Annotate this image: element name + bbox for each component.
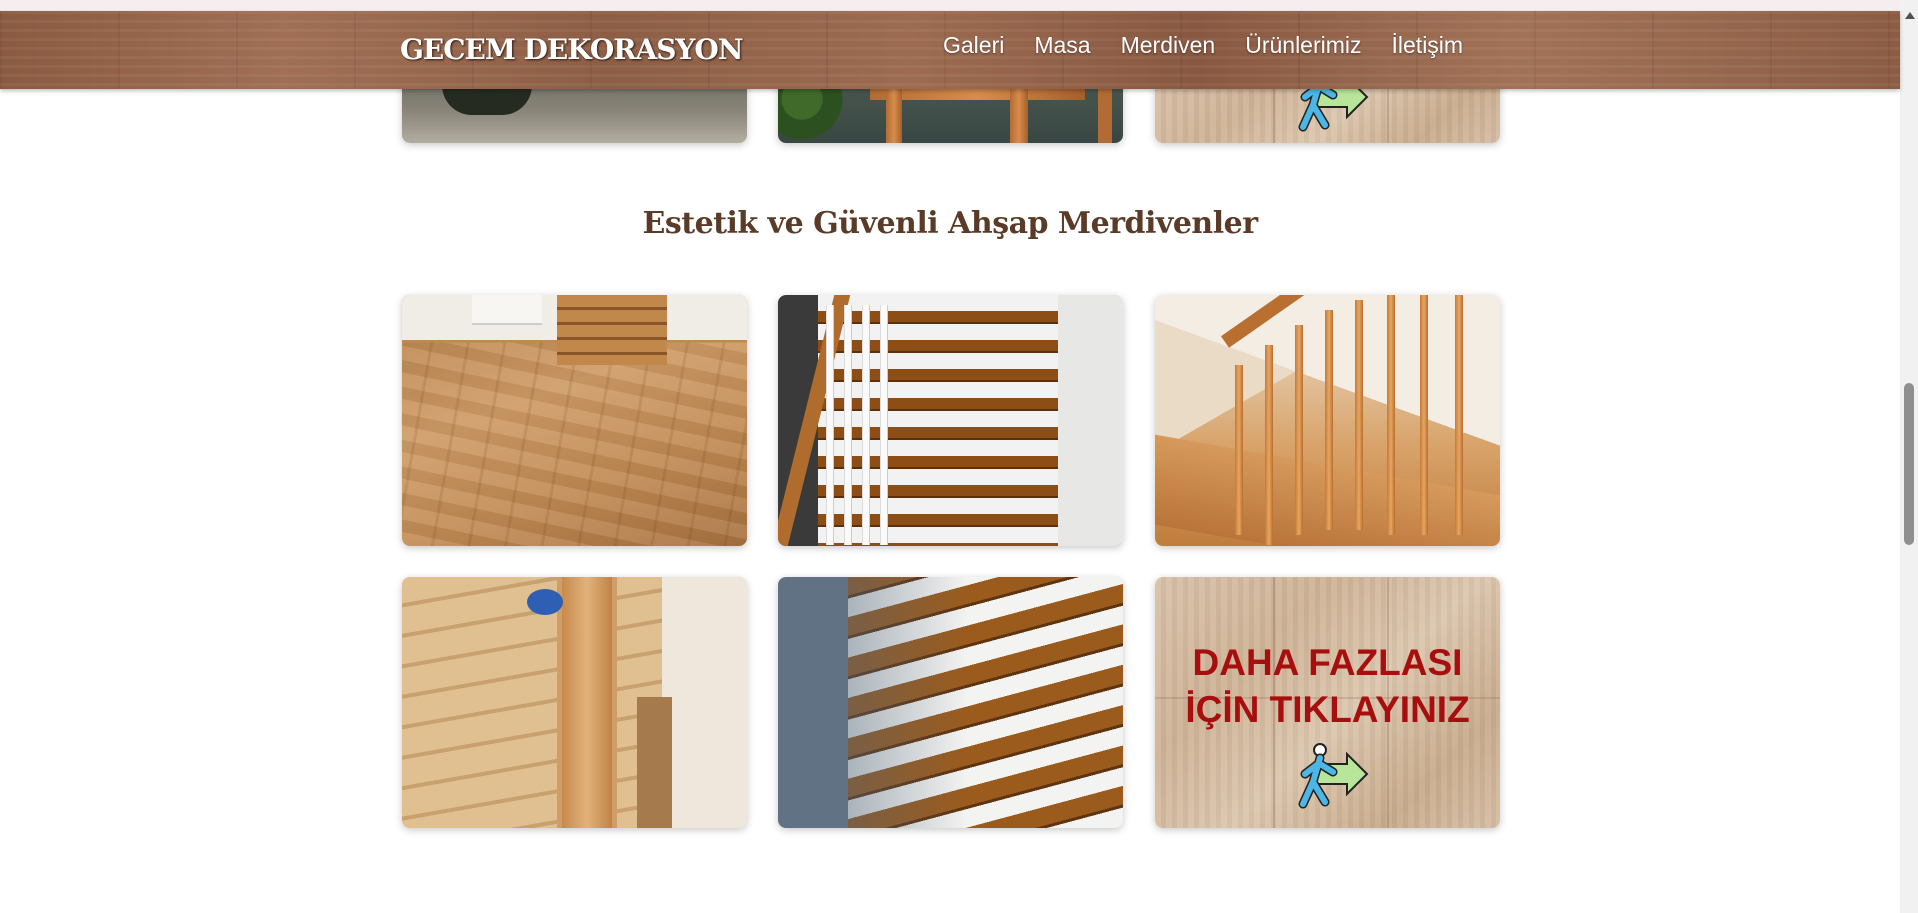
nav-galeri[interactable]: Galeri <box>943 32 1004 59</box>
scrollbar-thumb[interactable] <box>1904 383 1914 545</box>
white-riser-stairs-photo <box>778 295 1123 546</box>
gallery-card-stair-3[interactable] <box>1155 295 1500 546</box>
top-strip <box>0 0 1900 11</box>
site-header: GECEM DEKORASYON Galeri Masa Merdiven Ür… <box>0 11 1900 89</box>
glossy-stairs-photo <box>778 577 1123 828</box>
spindle-railing-photo <box>1155 295 1500 546</box>
gallery-card-stair-2[interactable] <box>778 295 1123 546</box>
walking-arrow-icon <box>1298 743 1369 809</box>
gallery-card-stair-5[interactable] <box>778 577 1123 828</box>
main-nav: Galeri Masa Merdiven Ürünlerimiz İletişi… <box>943 32 1463 59</box>
brand-logo[interactable]: GECEM DEKORASYON <box>400 33 743 66</box>
scroll-up-arrow-icon[interactable] <box>1905 12 1915 19</box>
nav-merdiven[interactable]: Merdiven <box>1121 32 1216 59</box>
gallery-card-stair-4[interactable] <box>402 577 747 828</box>
more-line-2: İÇİN TIKLAYINIZ <box>1185 689 1470 730</box>
nav-urunlerimiz[interactable]: Ürünlerimiz <box>1245 32 1361 59</box>
nav-iletisim[interactable]: İletişim <box>1392 32 1464 59</box>
section-title-stairs: Estetik ve Güvenli Ahşap Merdivenler <box>642 206 1258 241</box>
parquet-floor-photo <box>402 295 747 546</box>
more-card-text: DAHA FAZLASI İÇİN TIKLAYINIZ <box>1155 639 1500 733</box>
nav-masa[interactable]: Masa <box>1034 32 1090 59</box>
page-scrollbar[interactable] <box>1900 0 1918 913</box>
gallery-card-stair-1[interactable] <box>402 295 747 546</box>
more-line-1: DAHA FAZLASI <box>1192 642 1463 683</box>
more-card-stairs[interactable]: DAHA FAZLASI İÇİN TIKLAYINIZ <box>1155 577 1500 828</box>
pine-stairs-photo <box>402 577 747 828</box>
